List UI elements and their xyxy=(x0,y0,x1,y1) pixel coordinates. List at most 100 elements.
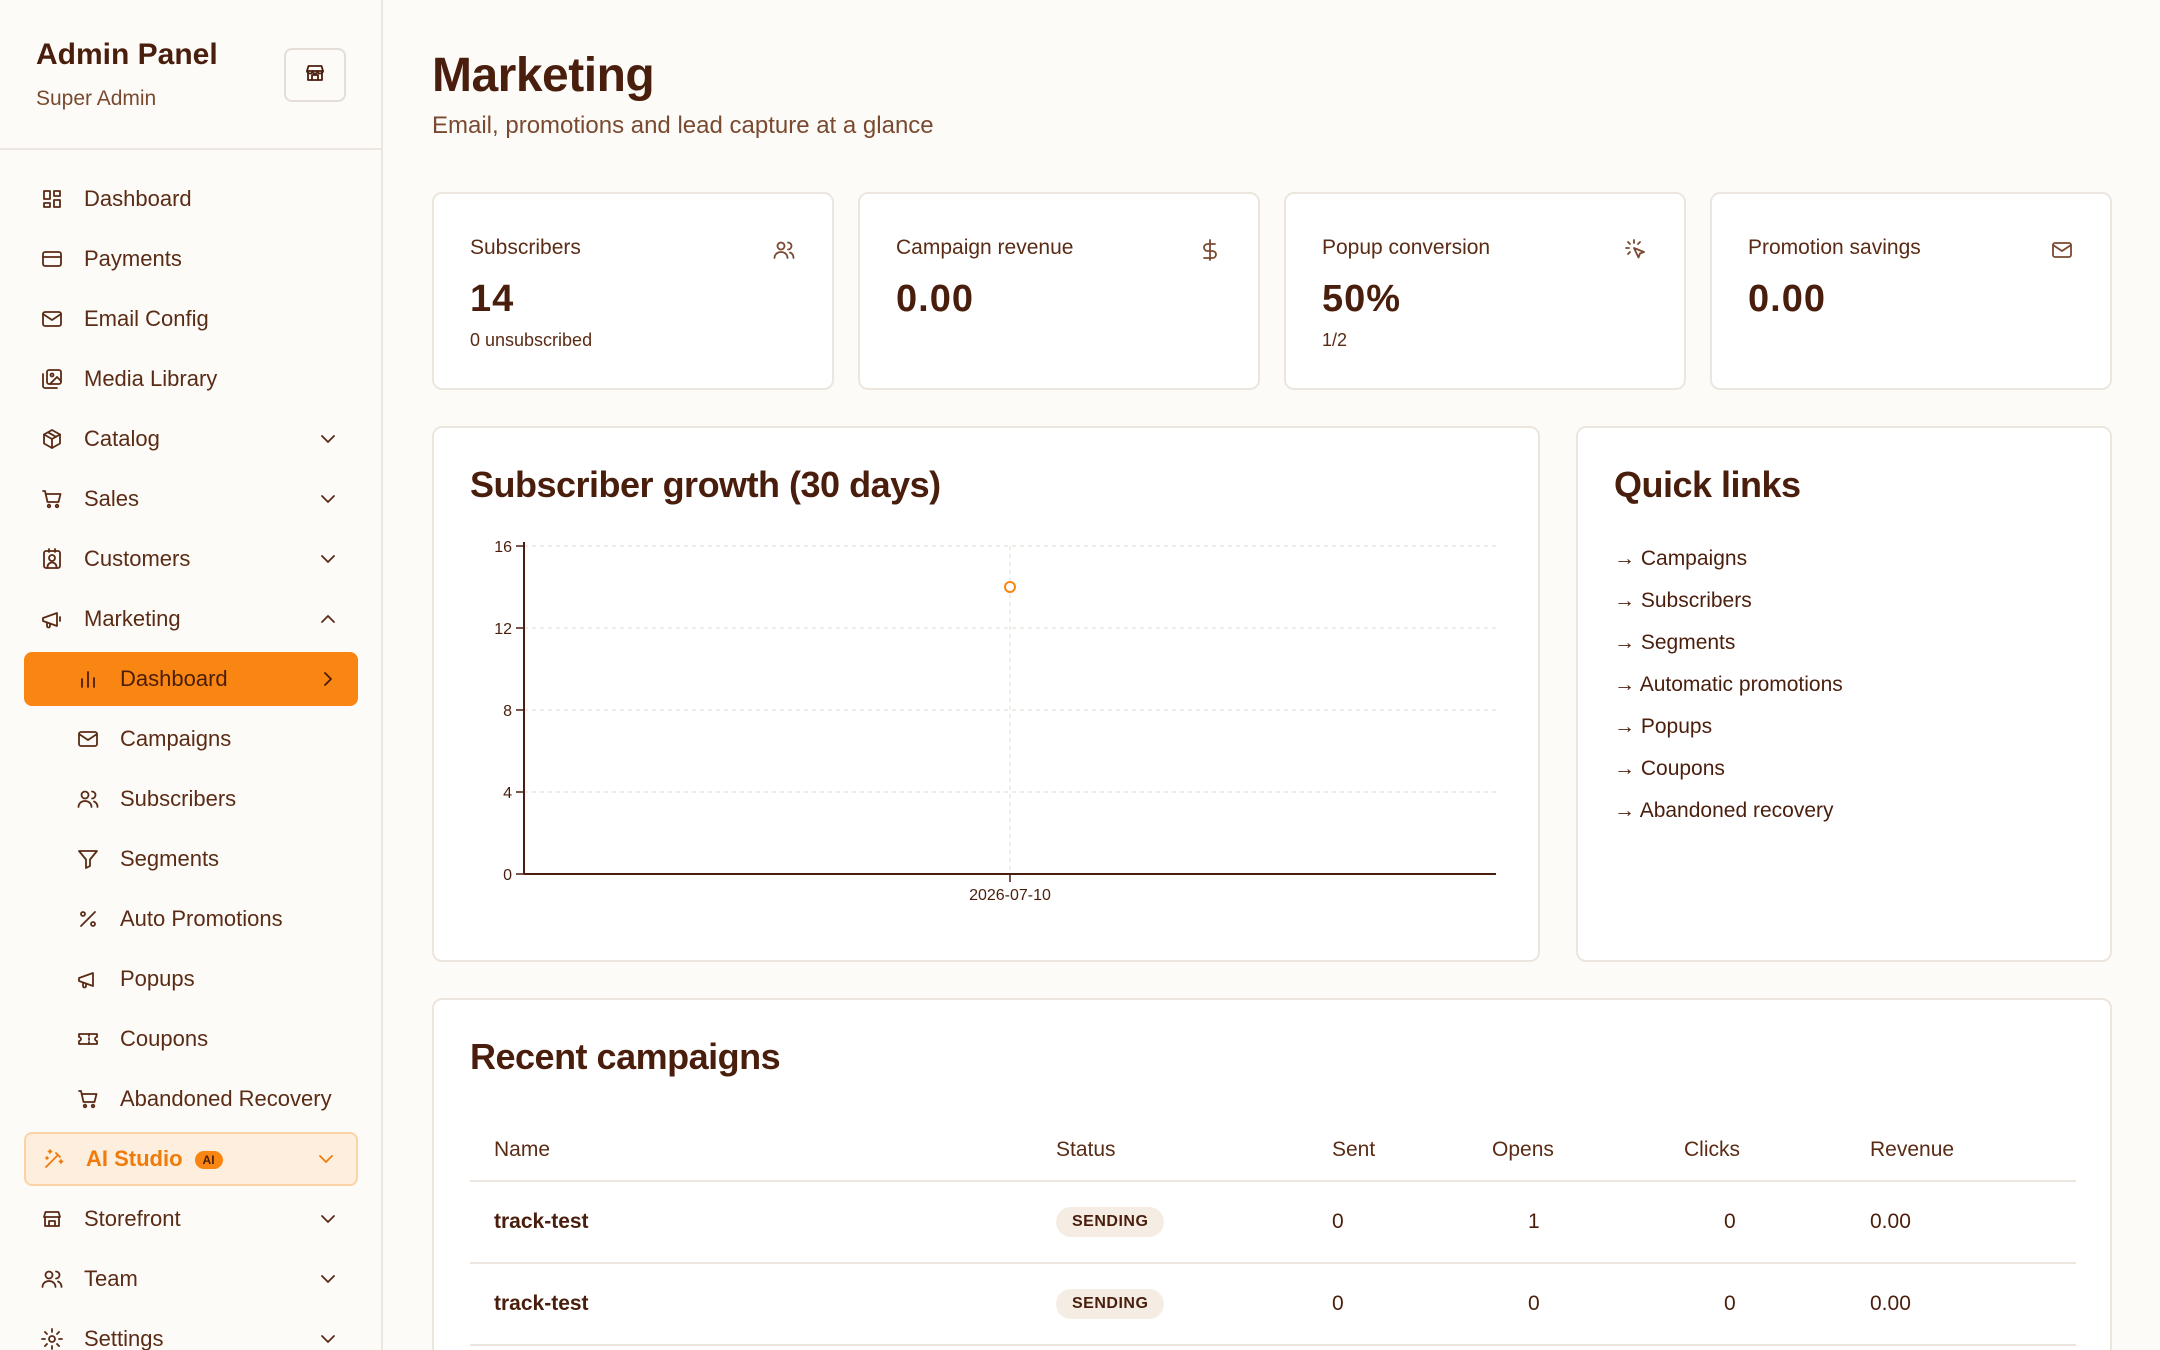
sidebar-item-sales[interactable]: Sales xyxy=(24,472,358,526)
quick-link-popups[interactable]: → Popups xyxy=(1614,706,1843,748)
status-cell: SENDING xyxy=(1056,1264,1165,1344)
chevron-down-icon xyxy=(316,487,340,511)
gear-icon xyxy=(40,1327,64,1350)
stat-note: 0 unsubscribed xyxy=(470,330,593,350)
quick-link-campaigns[interactable]: → Campaigns xyxy=(1614,538,1843,580)
cart-icon xyxy=(40,487,64,511)
quick-link-label: Segments xyxy=(1640,631,1736,654)
stat-note: 1/2 xyxy=(1322,330,1348,350)
sidebar-item-team[interactable]: Team xyxy=(24,1252,358,1306)
sidebar-item-label: Segments xyxy=(120,846,220,871)
campaigns-table: Name Status Sent Opens Clicks Revenue tr… xyxy=(470,1120,2076,1346)
revenue-value: 0.00 xyxy=(1870,1292,1911,1315)
column-header-status[interactable]: Status xyxy=(1056,1120,1116,1180)
ai-studio-label-wrap: AI Studio AI xyxy=(86,1146,314,1172)
sidebar-item-marketing[interactable]: Marketing xyxy=(24,592,358,646)
ticket-icon xyxy=(76,1027,100,1051)
opens-value: 0 xyxy=(1528,1292,1540,1315)
sidebar-item-abandoned-recovery[interactable]: Abandoned Recovery xyxy=(24,1072,358,1126)
store-icon xyxy=(303,61,327,90)
quick-link-subscribers[interactable]: → Subscribers xyxy=(1614,580,1843,622)
campaign-name[interactable]: track-test xyxy=(494,1182,589,1262)
y-tick-label: 4 xyxy=(503,785,512,802)
mail-icon xyxy=(2050,238,2074,267)
revenue-value: 0.00 xyxy=(1870,1210,1911,1233)
campaign-name[interactable]: track-test xyxy=(494,1264,589,1344)
sidebar-item-email-config[interactable]: Email Config xyxy=(24,292,358,346)
y-tick-label: 8 xyxy=(503,703,512,720)
quick-link-coupons[interactable]: → Coupons xyxy=(1614,748,1843,790)
storefront-button[interactable] xyxy=(284,48,346,102)
sidebar: Admin Panel Super Admin Dashboard Paymen… xyxy=(0,0,383,1350)
bar-chart-icon xyxy=(76,667,100,691)
sidebar-item-payments[interactable]: Payments xyxy=(24,232,358,286)
stat-label: Subscribers xyxy=(470,236,581,259)
quick-link-segments[interactable]: → Segments xyxy=(1614,622,1843,664)
sent-value: 0 xyxy=(1332,1210,1344,1233)
users-icon xyxy=(76,787,100,811)
sidebar-item-auto-promotions[interactable]: Auto Promotions xyxy=(24,892,358,946)
sidebar-item-media-library[interactable]: Media Library xyxy=(24,352,358,406)
sidebar-item-label: Sales xyxy=(84,486,140,511)
sidebar-item-campaigns[interactable]: Campaigns xyxy=(24,712,358,766)
sidebar-item-marketing-dashboard[interactable]: Dashboard xyxy=(24,652,358,706)
column-header-revenue[interactable]: Revenue xyxy=(1870,1120,1954,1180)
sidebar-item-label: Catalog xyxy=(84,426,160,451)
users-icon xyxy=(40,1267,64,1291)
sidebar-item-popups[interactable]: Popups xyxy=(24,952,358,1006)
package-icon xyxy=(40,427,64,451)
quick-link-label: Coupons xyxy=(1640,757,1725,780)
store-icon xyxy=(40,1207,64,1231)
column-header-sent[interactable]: Sent xyxy=(1332,1120,1375,1180)
grid-icon xyxy=(40,187,64,211)
mail-icon xyxy=(76,727,100,751)
sidebar-item-subscribers[interactable]: Subscribers xyxy=(24,772,358,826)
filter-icon xyxy=(76,847,100,871)
sidebar-item-dashboard[interactable]: Dashboard xyxy=(24,172,358,226)
table-row[interactable]: track-test SENDING 0 1 0 0.00 xyxy=(470,1182,2076,1264)
cart-icon xyxy=(76,1087,100,1111)
sidebar-item-label: Customers xyxy=(84,546,191,571)
users-icon xyxy=(772,238,796,267)
chevron-down-icon xyxy=(314,1147,338,1171)
stat-value: 50% xyxy=(1322,278,1402,320)
column-header-name[interactable]: Name xyxy=(494,1120,550,1180)
sidebar-item-label: Auto Promotions xyxy=(120,906,283,931)
sidebar-item-ai-studio[interactable]: AI Studio AI xyxy=(24,1132,358,1186)
column-header-opens[interactable]: Opens xyxy=(1492,1120,1554,1180)
quick-link-label: Automatic promotions xyxy=(1639,673,1843,696)
subscriber-growth-card: Subscriber growth (30 days) 0 4 8 12 16 2026-… xyxy=(432,426,1540,962)
clicks-value: 0 xyxy=(1724,1210,1736,1233)
sidebar-item-coupons[interactable]: Coupons xyxy=(24,1012,358,1066)
sidebar-item-label: Campaigns xyxy=(120,726,232,751)
quick-link-label: Popups xyxy=(1640,715,1713,738)
quick-link-label: Abandoned recovery xyxy=(1639,799,1834,822)
sidebar-item-settings[interactable]: Settings xyxy=(24,1312,358,1350)
quick-link-abandoned-recovery[interactable]: → Abandoned recovery xyxy=(1614,790,1843,832)
sidebar-item-label: AI Studio xyxy=(86,1146,183,1171)
quick-links-card: Quick links → Campaigns → Subscribers → … xyxy=(1576,426,2112,962)
subscriber-growth-chart: 0 4 8 12 16 2026-07-10 xyxy=(494,539,1496,904)
sidebar-item-label: Email Config xyxy=(84,306,209,331)
column-header-clicks[interactable]: Clicks xyxy=(1684,1120,1740,1180)
page-subtitle: Email, promotions and lead capture at a … xyxy=(432,112,934,139)
opens-value: 1 xyxy=(1528,1210,1540,1233)
stat-card-popup-conversion: Popup conversion 50% 1/2 xyxy=(1284,192,1686,390)
chevron-down-icon xyxy=(316,1207,340,1231)
sidebar-item-storefront[interactable]: Storefront xyxy=(24,1192,358,1246)
table-row[interactable]: track-test SENDING 0 0 0 0.00 xyxy=(470,1264,2076,1346)
sidebar-item-segments[interactable]: Segments xyxy=(24,832,358,886)
sidebar-item-catalog[interactable]: Catalog xyxy=(24,412,358,466)
status-badge: SENDING xyxy=(1056,1207,1165,1237)
sidebar-item-label: Payments xyxy=(84,246,182,271)
status-badge: SENDING xyxy=(1056,1289,1165,1319)
stat-card-promotion-savings: Promotion savings 0.00 xyxy=(1710,192,2112,390)
chevron-down-icon xyxy=(316,427,340,451)
megaphone-icon xyxy=(76,967,100,991)
percent-icon xyxy=(76,907,100,931)
sidebar-item-label: Storefront xyxy=(84,1206,181,1231)
x-tick-label: 2026-07-10 xyxy=(969,887,1051,904)
quick-link-automatic-promotions[interactable]: → Automatic promotions xyxy=(1614,664,1843,706)
sidebar-item-customers[interactable]: Customers xyxy=(24,532,358,586)
stat-card-campaign-revenue: Campaign revenue 0.00 xyxy=(858,192,1260,390)
